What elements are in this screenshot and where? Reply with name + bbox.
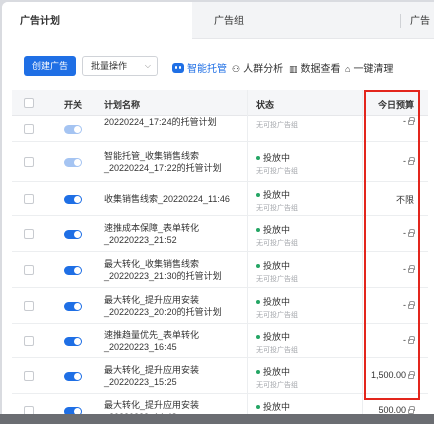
plan-status: 投放中无可投广告组 [256, 365, 298, 390]
header-plan-name: 计划名称 [104, 100, 141, 110]
batch-operation-select[interactable]: 批量操作 ⌵ [82, 56, 158, 76]
plan-name-link[interactable]: 最大转化_提升应用安装_20220223_20:20的托管计划 [104, 294, 249, 318]
data-view-label: 数据查看 [300, 64, 341, 75]
row-checkbox[interactable] [24, 157, 34, 167]
ad-management-panel: 广告计划 广告组 广告 创建广告 批量操作 ⌵ 智能托管 ⚇ 人群分析 ▥ 数据查看… [2, 2, 434, 414]
tab-bar: 广告计划 广告组 广告 [2, 2, 434, 40]
status-subtext: 无可投广告组 [256, 312, 298, 319]
row-checkbox[interactable] [24, 124, 34, 134]
row-checkbox[interactable] [24, 336, 34, 346]
status-dot [256, 228, 260, 232]
status-text: 投放中 [263, 332, 291, 342]
plan-name-link[interactable]: 收集销售线索_20220224_11:46 [104, 193, 249, 205]
row-switch-toggle[interactable] [64, 372, 82, 381]
row-checkbox[interactable] [24, 371, 34, 381]
row-switch-toggle[interactable] [64, 407, 82, 414]
plan-status: 无可投广告组 [256, 118, 298, 130]
toolbar: 创建广告 批量操作 ⌵ 智能托管 ⚇ 人群分析 ▥ 数据查看 ⌂ 一键清理 [2, 40, 434, 90]
status-dot [256, 300, 260, 304]
smart-hosting-button[interactable]: 智能托管 [172, 60, 227, 75]
row-checkbox[interactable] [24, 194, 34, 204]
header-switch: 开关 [64, 100, 83, 110]
status-subtext: 无可投广告组 [256, 168, 298, 175]
status-subtext: 无可投广告组 [256, 205, 298, 212]
select-all-checkbox[interactable] [24, 98, 34, 108]
row-switch-toggle[interactable] [64, 337, 82, 346]
status-dot [256, 335, 260, 339]
chevron-down-icon: ⌵ [144, 61, 151, 70]
row-checkbox[interactable] [24, 406, 34, 414]
row-switch-toggle[interactable] [64, 125, 82, 134]
plan-status: 投放中无可投广告组 [256, 400, 298, 414]
plan-name-link[interactable]: 速推趋量优先_表单转化_20220223_16:45 [104, 329, 249, 353]
status-dot [256, 370, 260, 374]
tab-ad-group[interactable]: 广告组 [214, 2, 244, 39]
status-dot [256, 193, 260, 197]
broom-icon: ⌂ [345, 64, 351, 74]
status-bar [0, 414, 434, 424]
header-status: 状态 [256, 100, 275, 110]
tab-ad-plan[interactable]: 广告计划 [2, 2, 192, 40]
plan-name-link[interactable]: 20220224_17:24的托管计划 [104, 116, 249, 128]
row-checkbox[interactable] [24, 265, 34, 275]
status-text: 投放中 [263, 367, 291, 377]
plan-status: 投放中无可投广告组 [256, 151, 298, 176]
plan-status: 投放中无可投广告组 [256, 295, 298, 320]
batch-operation-label: 批量操作 [91, 61, 128, 71]
today-budget-cell[interactable]: 500.00 [378, 405, 415, 414]
one-click-clean-label: 一键清理 [353, 64, 394, 75]
status-subtext: 无可投广告组 [256, 240, 298, 247]
create-ad-button[interactable]: 创建广告 [24, 56, 76, 76]
robot-icon [172, 63, 184, 73]
row-switch-toggle[interactable] [64, 266, 82, 275]
row-switch-toggle[interactable] [64, 302, 82, 311]
plan-status: 投放中无可投广告组 [256, 259, 298, 284]
plan-name-link[interactable]: 智能托管_收集销售线索_20220224_17:22的托管计划 [104, 150, 249, 174]
audience-analysis-label: 人群分析 [243, 64, 284, 75]
tab-ad[interactable]: 广告 [410, 2, 430, 39]
row-switch-toggle[interactable] [64, 195, 82, 204]
status-dot [256, 264, 260, 268]
column-divider [247, 90, 248, 414]
status-text: 投放中 [263, 297, 291, 307]
data-view-button[interactable]: ▥ 数据查看 [289, 60, 341, 75]
tab-divider [400, 14, 401, 28]
status-subtext: 无可投广告组 [256, 122, 298, 129]
user-icon: ⚇ [232, 64, 241, 74]
status-subtext: 无可投广告组 [256, 347, 298, 354]
plan-status: 投放中无可投广告组 [256, 223, 298, 248]
plan-status: 投放中无可投广告组 [256, 330, 298, 355]
row-checkbox[interactable] [24, 229, 34, 239]
status-text: 投放中 [263, 225, 291, 235]
status-dot [256, 156, 260, 160]
status-text: 投放中 [263, 402, 291, 412]
budget-value: 500.00 [378, 405, 406, 414]
plan-status: 投放中无可投广告组 [256, 188, 298, 213]
smart-hosting-label: 智能托管 [187, 64, 227, 75]
row-switch-toggle[interactable] [64, 158, 82, 167]
status-text: 投放中 [263, 261, 291, 271]
one-click-clean-button[interactable]: ⌂ 一键清理 [345, 60, 393, 75]
budget-column-highlight [364, 90, 420, 400]
status-subtext: 无可投广告组 [256, 382, 298, 389]
bar-chart-icon: ▥ [289, 64, 298, 74]
row-switch-toggle[interactable] [64, 230, 82, 239]
plan-name-link[interactable]: 最大转化_收集销售线索_20220223_21:30的托管计划 [104, 258, 249, 282]
row-checkbox[interactable] [24, 301, 34, 311]
status-dot [256, 405, 260, 409]
plan-name-link[interactable]: 最大转化_提升应用安装_20220223_15:25 [104, 364, 249, 388]
plan-name-link[interactable]: 最大转化_提升应用安装_20220223_14:48 [104, 399, 249, 414]
status-text: 投放中 [263, 153, 291, 163]
plan-name-link[interactable]: 速推成本保障_表单转化_20220223_21:52 [104, 222, 249, 246]
status-text: 投放中 [263, 190, 291, 200]
column-divider [362, 90, 363, 414]
audience-analysis-button[interactable]: ⚇ 人群分析 [232, 60, 283, 75]
status-subtext: 无可投广告组 [256, 276, 298, 283]
